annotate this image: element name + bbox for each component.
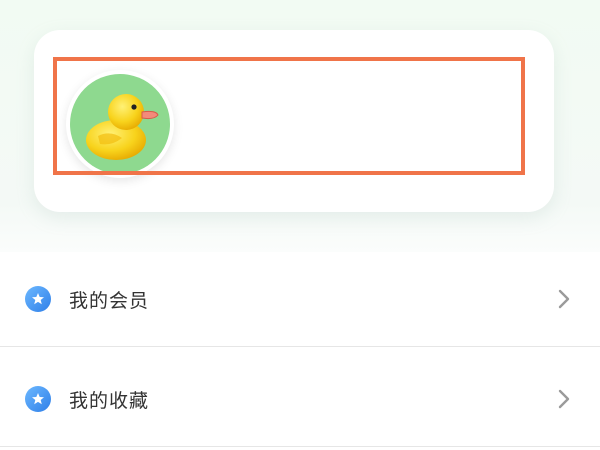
chevron-right-icon xyxy=(558,389,570,409)
star-badge-icon xyxy=(25,386,51,412)
menu-item-label: 我的收藏 xyxy=(69,389,150,412)
chevron-right-icon xyxy=(558,289,570,309)
menu-item-membership[interactable]: 我的会员 xyxy=(0,252,600,347)
menu-item-favorites[interactable]: 我的收藏 xyxy=(0,352,600,447)
menu-item-label: 我的会员 xyxy=(69,289,150,312)
selection-highlight-box xyxy=(53,57,525,175)
star-badge-icon xyxy=(25,286,51,312)
